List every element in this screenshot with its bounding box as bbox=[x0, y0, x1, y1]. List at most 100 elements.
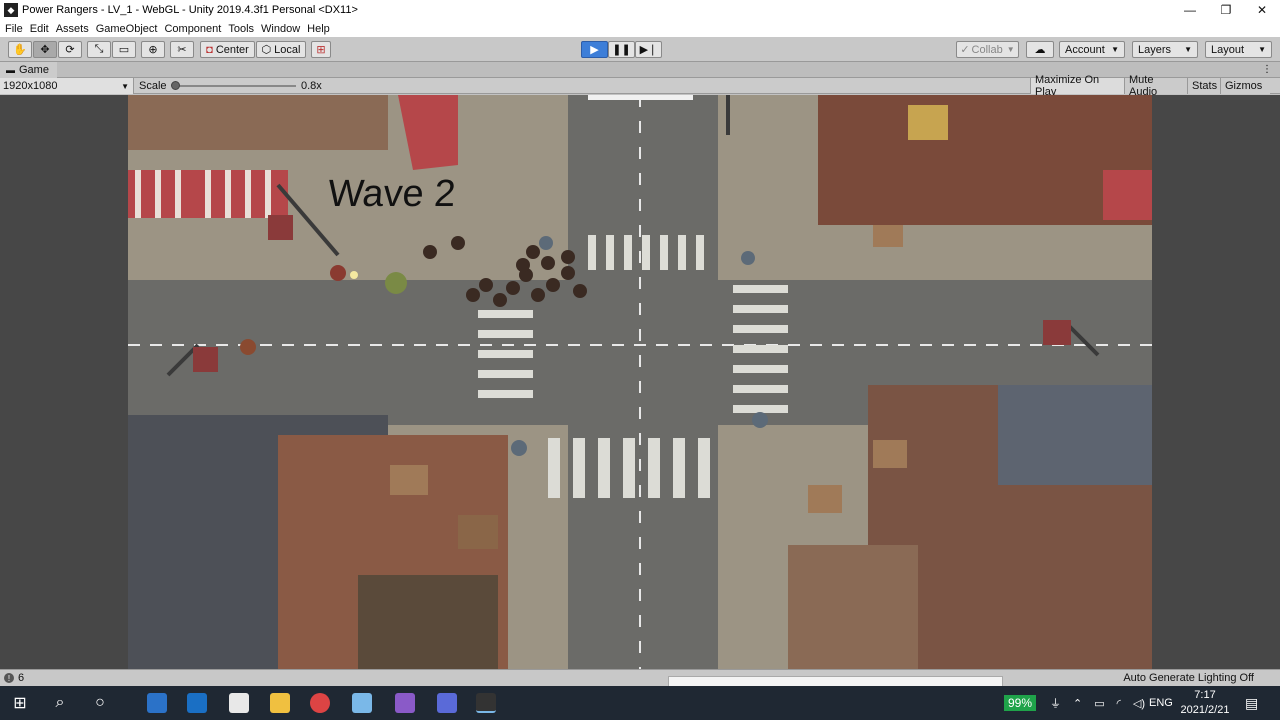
pivot-center-button[interactable]: ◘ Center bbox=[200, 41, 255, 58]
custom-tool-icon[interactable]: ✂ bbox=[170, 41, 194, 58]
unity-hub-icon[interactable] bbox=[437, 693, 457, 713]
close-button[interactable]: ✕ bbox=[1244, 0, 1280, 20]
game-scene bbox=[128, 95, 1152, 669]
traffic-light bbox=[511, 440, 527, 456]
road-vertical bbox=[568, 95, 718, 669]
rooftop-structure bbox=[358, 575, 498, 669]
stats-toggle[interactable]: Stats bbox=[1187, 78, 1220, 94]
tray-chevron-icon[interactable]: ⌃ bbox=[1073, 697, 1082, 710]
account-dropdown[interactable]: Account ▼ bbox=[1059, 41, 1125, 58]
layers-dropdown[interactable]: Layers ▼ bbox=[1132, 41, 1198, 58]
menu-tools[interactable]: Tools bbox=[226, 23, 259, 35]
lamp-head bbox=[1043, 320, 1071, 345]
unity-editor-icon[interactable] bbox=[476, 693, 496, 713]
road-edge-marker bbox=[588, 95, 693, 100]
move-tool-icon[interactable]: ✥ bbox=[33, 41, 57, 58]
window-title: Power Rangers - LV_1 - WebGL - Unity 201… bbox=[22, 4, 358, 16]
network-icon[interactable]: ▭ bbox=[1094, 697, 1104, 710]
crate bbox=[808, 485, 842, 513]
computer-icon[interactable] bbox=[147, 693, 167, 713]
store-icon[interactable] bbox=[229, 693, 249, 713]
resolution-dropdown[interactable]: 1920x1080 ▼ bbox=[0, 78, 134, 94]
scale-label: Scale bbox=[139, 80, 167, 92]
collab-dropdown[interactable]: ✓ Collab ▼ bbox=[956, 41, 1019, 58]
scale-slider-handle[interactable] bbox=[171, 81, 180, 90]
game-tab-icon: ▬ bbox=[6, 64, 15, 75]
rotate-tool-icon[interactable]: ⟳ bbox=[58, 41, 82, 58]
menu-assets[interactable]: Assets bbox=[54, 23, 94, 35]
input-language[interactable]: ENG bbox=[1149, 697, 1173, 709]
chrome-icon[interactable] bbox=[310, 693, 330, 713]
chevron-down-icon: ▼ bbox=[1111, 45, 1119, 54]
mute-audio-toggle[interactable]: Mute Audio bbox=[1124, 74, 1187, 98]
muzzle-flash bbox=[350, 271, 358, 279]
zombie-walker bbox=[240, 339, 256, 355]
notification-center-icon[interactable]: ▤ bbox=[1245, 695, 1258, 712]
maximize-button[interactable]: ❐ bbox=[1208, 0, 1244, 20]
visual-studio-icon[interactable] bbox=[395, 693, 415, 713]
snap-icon[interactable]: ⊞ bbox=[311, 41, 331, 58]
lighting-status[interactable]: Auto Generate Lighting Off bbox=[1123, 672, 1254, 684]
menu-edit[interactable]: Edit bbox=[28, 23, 54, 35]
windows-taskbar: ⊞ ⌕ ○ 99% ⏚ ⌃ ▭ ◜ ◁) ENG 7:17 2021/2/21 … bbox=[0, 686, 1280, 720]
main-toolbar: ✋ ✥ ⟳ ⤡ ▭ ⊕ ✂ ◘ Center ⬡ Local ⊞ ▶ ❚❚ ▶❘ ✓… bbox=[0, 37, 1280, 62]
transform-tool-icon[interactable]: ⊕ bbox=[141, 41, 165, 58]
rect-tool-icon[interactable]: ▭ bbox=[112, 41, 136, 58]
status-bar: ! 6 Auto Generate Lighting Off bbox=[0, 669, 1280, 687]
cortana-icon[interactable]: ○ bbox=[90, 693, 110, 713]
minimize-button[interactable]: — bbox=[1172, 0, 1208, 20]
panel-menu-icon[interactable]: ⋮ bbox=[1262, 64, 1272, 75]
menu-gameobject[interactable]: GameObject bbox=[94, 23, 163, 35]
lamp-head bbox=[268, 215, 293, 240]
rooftop-box bbox=[998, 385, 1152, 485]
wifi-icon[interactable]: ◜ bbox=[1117, 697, 1121, 710]
menu-help[interactable]: Help bbox=[305, 23, 335, 35]
pause-button[interactable]: ❚❚ bbox=[608, 41, 635, 58]
menu-component[interactable]: Component bbox=[162, 23, 226, 35]
hand-tool-icon[interactable]: ✋ bbox=[8, 41, 32, 58]
power-plug-icon[interactable]: ⏚ bbox=[1050, 695, 1061, 711]
crate bbox=[390, 465, 428, 495]
clock-time[interactable]: 7:17 bbox=[1194, 688, 1215, 703]
window-titlebar: ◆ Power Rangers - LV_1 - WebGL - Unity 2… bbox=[0, 0, 1280, 20]
cloud-icon[interactable]: ☁ bbox=[1026, 41, 1054, 58]
console-warning-icon[interactable]: ! bbox=[4, 673, 14, 683]
game-viewport[interactable]: Wave 2 bbox=[128, 95, 1152, 669]
mail-icon[interactable] bbox=[187, 693, 207, 713]
scale-slider-track[interactable] bbox=[174, 85, 296, 87]
building-top-right bbox=[818, 95, 1152, 225]
scale-tool-icon[interactable]: ⤡ bbox=[87, 41, 111, 58]
pivot-icon: ◘ bbox=[206, 43, 213, 56]
battery-indicator[interactable]: 99% bbox=[1004, 695, 1037, 711]
game-tab[interactable]: ▬ Game bbox=[0, 61, 57, 78]
step-button[interactable]: ▶❘ bbox=[635, 41, 662, 58]
rooftop-bottom-right bbox=[788, 545, 918, 669]
windows-start-icon[interactable]: ⊞ bbox=[10, 693, 30, 713]
play-button[interactable]: ▶ bbox=[581, 41, 608, 58]
chevron-down-icon: ▼ bbox=[121, 81, 129, 91]
menu-file[interactable]: File bbox=[3, 23, 28, 35]
traffic-light bbox=[539, 236, 553, 250]
check-icon: ✓ bbox=[960, 44, 970, 56]
unity-logo-icon: ◆ bbox=[4, 3, 18, 17]
local-icon: ⬡ bbox=[261, 44, 272, 56]
traffic-light bbox=[752, 412, 768, 428]
notes-icon[interactable] bbox=[352, 693, 372, 713]
green-zombie bbox=[385, 272, 407, 294]
menu-bar: File Edit Assets GameObject Component To… bbox=[0, 20, 1280, 37]
menu-window[interactable]: Window bbox=[259, 23, 305, 35]
search-icon[interactable]: ⌕ bbox=[50, 693, 70, 713]
maximize-on-play-toggle[interactable]: Maximize On Play bbox=[1030, 74, 1124, 98]
file-explorer-icon[interactable] bbox=[270, 693, 290, 713]
crate bbox=[458, 515, 498, 549]
console-count: 6 bbox=[18, 672, 25, 684]
clock-date[interactable]: 2021/2/21 bbox=[1181, 703, 1230, 718]
layout-dropdown[interactable]: Layout ▼ bbox=[1205, 41, 1272, 58]
volume-icon[interactable]: ◁) bbox=[1133, 697, 1145, 710]
gizmos-dropdown[interactable]: Gizmos bbox=[1220, 78, 1270, 94]
pivot-local-button[interactable]: ⬡ Local bbox=[256, 41, 306, 58]
lamp-head bbox=[193, 347, 218, 372]
crate bbox=[873, 440, 907, 468]
game-options-bar: 1920x1080 ▼ Scale 0.8x Maximize On Play … bbox=[0, 74, 1280, 98]
building-top-left bbox=[128, 95, 388, 150]
